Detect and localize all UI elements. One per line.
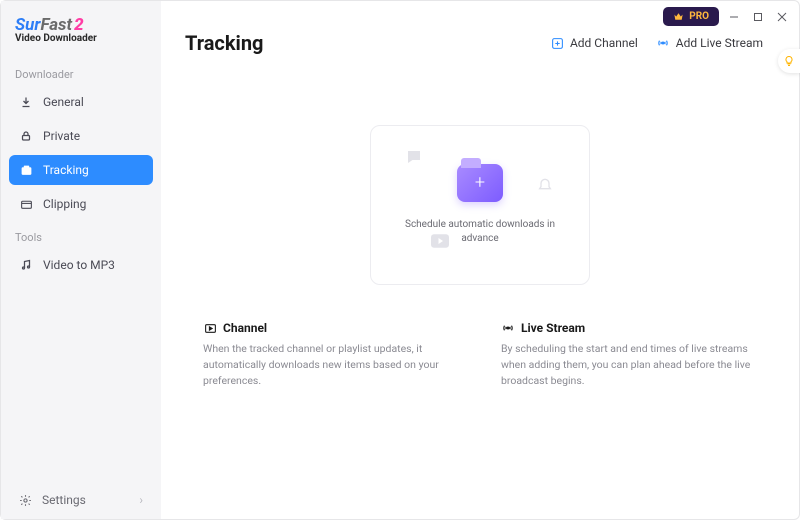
gear-icon: [19, 494, 32, 507]
close-button[interactable]: [773, 8, 791, 26]
add-channel-label: Add Channel: [570, 36, 638, 50]
maximize-button[interactable]: [749, 8, 767, 26]
brand-logo: SurFast2 Video Downloader: [1, 15, 161, 58]
ghost-bell-icon: [537, 176, 553, 192]
main-pane: PRO Tracking Add Channel Add Live Stream: [161, 1, 799, 519]
sidebar-section-downloader: Downloader: [1, 58, 161, 85]
add-channel-icon: [551, 37, 564, 50]
folder-add-icon: +: [457, 164, 503, 202]
sidebar-item-tracking[interactable]: Tracking: [9, 155, 153, 185]
empty-state-card: + Schedule automatic downloads in advanc…: [370, 125, 590, 285]
sidebar-item-private[interactable]: Private: [9, 121, 153, 151]
pro-button[interactable]: PRO: [663, 7, 719, 26]
info-channel: Channel When the tracked channel or play…: [203, 321, 461, 388]
sidebar-item-video-to-mp3[interactable]: Video to MP3: [9, 250, 153, 280]
sidebar-item-general[interactable]: General: [9, 87, 153, 117]
sidebar-item-clipping[interactable]: Clipping: [9, 189, 153, 219]
lightbulb-icon: [783, 55, 795, 67]
settings-button[interactable]: Settings ›: [1, 481, 161, 519]
music-note-icon: [19, 258, 33, 272]
sidebar-item-label: Video to MP3: [43, 258, 115, 272]
info-live-desc: By scheduling the start and end times of…: [501, 341, 759, 388]
ghost-chat-icon: [405, 148, 423, 166]
sidebar-item-label: General: [43, 95, 84, 109]
tip-button[interactable]: [778, 49, 800, 73]
download-icon: [19, 95, 33, 109]
pro-label: PRO: [689, 11, 709, 22]
brand-part2: Fast: [40, 15, 72, 35]
info-channel-desc: When the tracked channel or playlist upd…: [203, 341, 461, 388]
crown-icon: [673, 11, 684, 22]
sidebar-item-label: Tracking: [43, 163, 89, 177]
info-row: Channel When the tracked channel or play…: [161, 285, 799, 388]
settings-label: Settings: [42, 493, 86, 507]
brand-subtitle: Video Downloader: [15, 33, 147, 44]
clipping-icon: [19, 197, 33, 211]
info-channel-title: Channel: [223, 321, 267, 335]
minimize-button[interactable]: [725, 8, 743, 26]
empty-state-text: Schedule automatic downloads in advance: [400, 218, 560, 246]
sidebar-item-label: Private: [43, 129, 80, 143]
tracking-icon: [19, 163, 33, 177]
chevron-right-icon: ›: [139, 493, 143, 507]
info-live-title: Live Stream: [521, 321, 585, 335]
page-title: Tracking: [185, 31, 263, 55]
sidebar-item-label: Clipping: [43, 197, 86, 211]
add-channel-button[interactable]: Add Channel: [551, 36, 638, 50]
content-area: + Schedule automatic downloads in advanc…: [161, 55, 799, 519]
app-window: SurFast2 Video Downloader Downloader Gen…: [0, 0, 800, 520]
info-live: Live Stream By scheduling the start and …: [501, 321, 759, 388]
brand-part1: Sur: [15, 15, 40, 35]
add-live-label: Add Live Stream: [676, 36, 763, 50]
broadcast-icon: [656, 36, 670, 50]
titlebar: PRO: [663, 7, 791, 26]
play-box-icon: [203, 321, 217, 335]
sidebar-section-tools: Tools: [1, 221, 161, 248]
lock-icon: [19, 129, 33, 143]
broadcast-icon: [501, 321, 515, 335]
sidebar: SurFast2 Video Downloader Downloader Gen…: [1, 1, 161, 519]
add-live-stream-button[interactable]: Add Live Stream: [656, 36, 763, 50]
brand-part3: 2: [74, 15, 84, 35]
ghost-play-icon: [431, 234, 449, 248]
